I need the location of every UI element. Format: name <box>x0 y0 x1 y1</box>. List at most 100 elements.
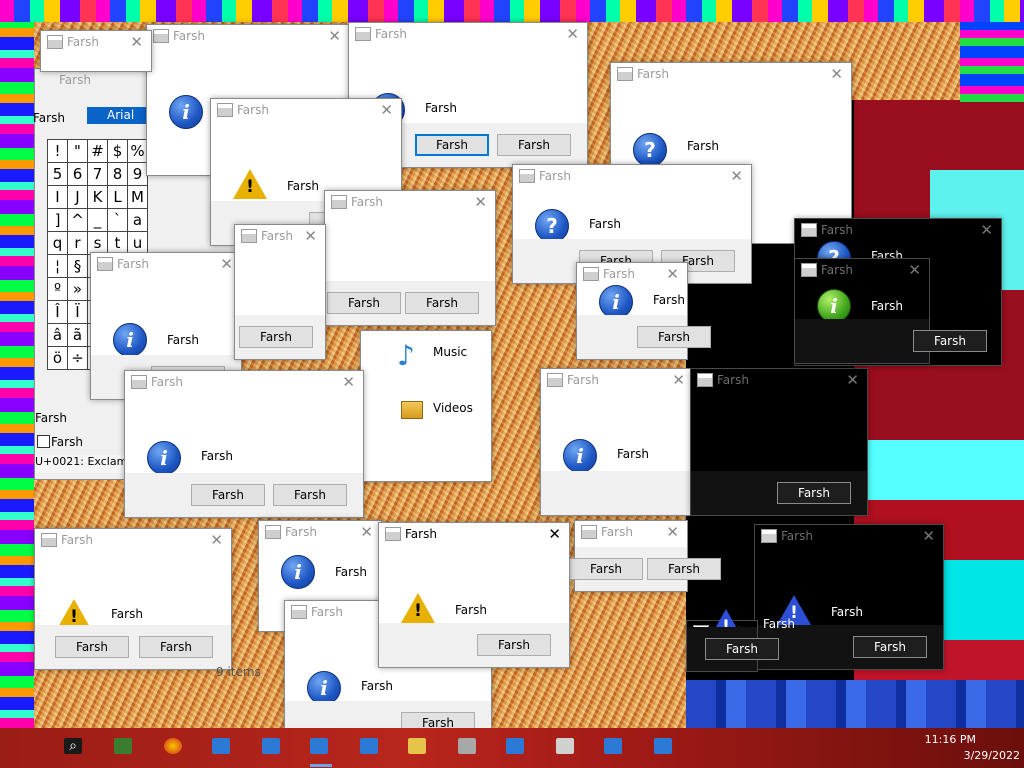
close-icon[interactable]: ✕ <box>908 261 921 279</box>
char-cell[interactable]: ¦ <box>47 254 68 278</box>
close-icon[interactable]: ✕ <box>666 265 679 283</box>
dialog-button[interactable]: Farsh <box>139 636 213 658</box>
char-cell[interactable]: " <box>67 139 88 163</box>
close-icon[interactable]: ✕ <box>220 255 233 273</box>
dialog-title-bar[interactable]: Farsh ✕ <box>379 523 569 545</box>
close-icon[interactable]: ✕ <box>130 33 143 51</box>
dialog-button[interactable]: Farsh <box>477 634 551 656</box>
taskbar-window-icon[interactable] <box>212 738 230 754</box>
music-folder-label[interactable]: Music <box>433 345 467 359</box>
char-cell[interactable]: q <box>47 231 68 255</box>
dialog-button[interactable]: Farsh <box>415 134 489 156</box>
dialog-title-bar[interactable]: Farsh ✕ <box>325 191 495 213</box>
dialog-title-bar[interactable]: Farsh ✕ <box>611 63 851 85</box>
dialog-title-bar[interactable]: Farsh ✕ <box>755 525 943 547</box>
char-cell[interactable]: Ï <box>67 300 88 324</box>
dialog-title-bar[interactable]: Farsh ✕ <box>35 529 231 551</box>
char-cell[interactable]: Î <box>47 300 68 324</box>
close-icon[interactable]: ✕ <box>922 527 935 545</box>
close-icon[interactable]: ✕ <box>830 65 843 83</box>
dialog-button[interactable]: Farsh <box>569 558 643 580</box>
char-cell[interactable]: 8 <box>107 162 128 186</box>
taskbar-clock-date[interactable]: 3/29/2022 <box>900 749 1020 762</box>
dialog-button[interactable]: Farsh <box>405 292 479 314</box>
close-icon[interactable]: ✕ <box>210 531 223 549</box>
char-cell[interactable]: § <box>67 254 88 278</box>
char-cell[interactable]: 9 <box>127 162 148 186</box>
close-icon[interactable]: ✕ <box>846 371 859 389</box>
char-cell[interactable]: L <box>107 185 128 209</box>
char-cell[interactable]: a <box>127 208 148 232</box>
char-cell[interactable]: ] <box>47 208 68 232</box>
taskbar-app-icon[interactable] <box>114 738 132 754</box>
dialog-title-bar[interactable]: Farsh ✕ <box>795 259 929 281</box>
close-icon[interactable]: ✕ <box>730 167 743 185</box>
search-icon[interactable]: ⌕ <box>64 738 82 754</box>
close-icon[interactable]: ✕ <box>672 371 685 389</box>
dialog-title-bar[interactable]: Farsh ✕ <box>541 369 693 391</box>
close-icon[interactable]: ✕ <box>380 101 393 119</box>
dialog-title-bar[interactable]: Farsh ✕ <box>575 521 687 543</box>
char-cell[interactable]: _ <box>87 208 108 232</box>
dialog-title-bar[interactable]: Farsh ✕ <box>513 165 751 187</box>
dialog-title-bar[interactable]: Farsh ✕ <box>795 219 1001 241</box>
taskbar-window-icon[interactable] <box>310 738 328 754</box>
dialog-button[interactable]: Farsh <box>705 638 779 660</box>
char-cell[interactable]: ÷ <box>67 346 88 370</box>
close-icon[interactable]: ✕ <box>566 25 579 43</box>
dialog-title-bar[interactable]: Farsh ✕ <box>691 369 867 391</box>
close-icon[interactable]: ✕ <box>342 373 355 391</box>
char-cell[interactable]: ! <box>47 139 68 163</box>
dialog-button[interactable]: Farsh <box>853 636 927 658</box>
taskbar-window-icon[interactable] <box>654 738 672 754</box>
char-cell[interactable]: I <box>47 185 68 209</box>
close-icon[interactable]: ✕ <box>548 525 561 543</box>
char-cell[interactable]: 6 <box>67 162 88 186</box>
dialog-button[interactable]: Farsh <box>647 558 721 580</box>
close-icon[interactable]: ✕ <box>980 221 993 239</box>
taskbar-window-icon[interactable] <box>262 738 280 754</box>
char-cell[interactable]: ` <box>107 208 128 232</box>
close-icon[interactable]: ✕ <box>304 227 317 245</box>
close-icon[interactable]: ✕ <box>328 27 341 45</box>
taskbar-clock-time[interactable]: 11:16 PM <box>916 733 976 746</box>
dialog-button[interactable]: Farsh <box>273 484 347 506</box>
videos-folder-label[interactable]: Videos <box>433 401 473 415</box>
char-cell[interactable]: J <box>67 185 88 209</box>
dialog-title-bar[interactable]: Farsh ✕ <box>91 253 241 275</box>
dialog-button[interactable]: Farsh <box>637 326 711 348</box>
dialog-title-bar[interactable]: Farsh ✕ <box>41 31 151 53</box>
dialog-button[interactable]: Farsh <box>913 330 987 352</box>
dialog-title-bar[interactable]: Farsh ✕ <box>235 225 325 247</box>
taskbar-app-icon[interactable] <box>556 738 574 754</box>
char-cell[interactable]: ^ <box>67 208 88 232</box>
char-cell[interactable]: $ <box>107 139 128 163</box>
advanced-view-checkbox[interactable] <box>37 435 50 448</box>
taskbar-window-icon[interactable] <box>604 738 622 754</box>
dialog-button[interactable]: Farsh <box>497 134 571 156</box>
char-cell[interactable]: r <box>67 231 88 255</box>
close-icon[interactable]: ✕ <box>474 193 487 211</box>
close-icon[interactable]: ✕ <box>666 523 679 541</box>
chrome-icon[interactable] <box>164 738 182 754</box>
taskbar-folder-icon[interactable] <box>408 738 426 754</box>
dialog-title-bar[interactable]: Farsh ✕ <box>349 23 587 45</box>
char-cell[interactable]: ö <box>47 346 68 370</box>
dialog-button[interactable]: Farsh <box>55 636 129 658</box>
dialog-title-bar[interactable]: Farsh ✕ <box>259 521 381 543</box>
dialog-title-bar[interactable]: Farsh ✕ <box>211 99 401 121</box>
dialog-button[interactable]: Farsh <box>191 484 265 506</box>
char-cell[interactable]: K <box>87 185 108 209</box>
dialog-title-bar[interactable]: Farsh ✕ <box>577 263 687 285</box>
taskbar-window-icon[interactable] <box>506 738 524 754</box>
close-icon[interactable]: ✕ <box>360 523 373 541</box>
dialog-title-bar[interactable]: Farsh ✕ <box>147 25 349 47</box>
dialog-button[interactable]: Farsh <box>239 326 313 348</box>
char-cell[interactable]: % <box>127 139 148 163</box>
char-cell[interactable]: 5 <box>47 162 68 186</box>
taskbar-app-icon[interactable] <box>458 738 476 754</box>
dialog-button[interactable]: Farsh <box>327 292 401 314</box>
char-cell[interactable]: ã <box>67 323 88 347</box>
char-cell[interactable]: º <box>47 277 68 301</box>
char-cell[interactable]: # <box>87 139 108 163</box>
